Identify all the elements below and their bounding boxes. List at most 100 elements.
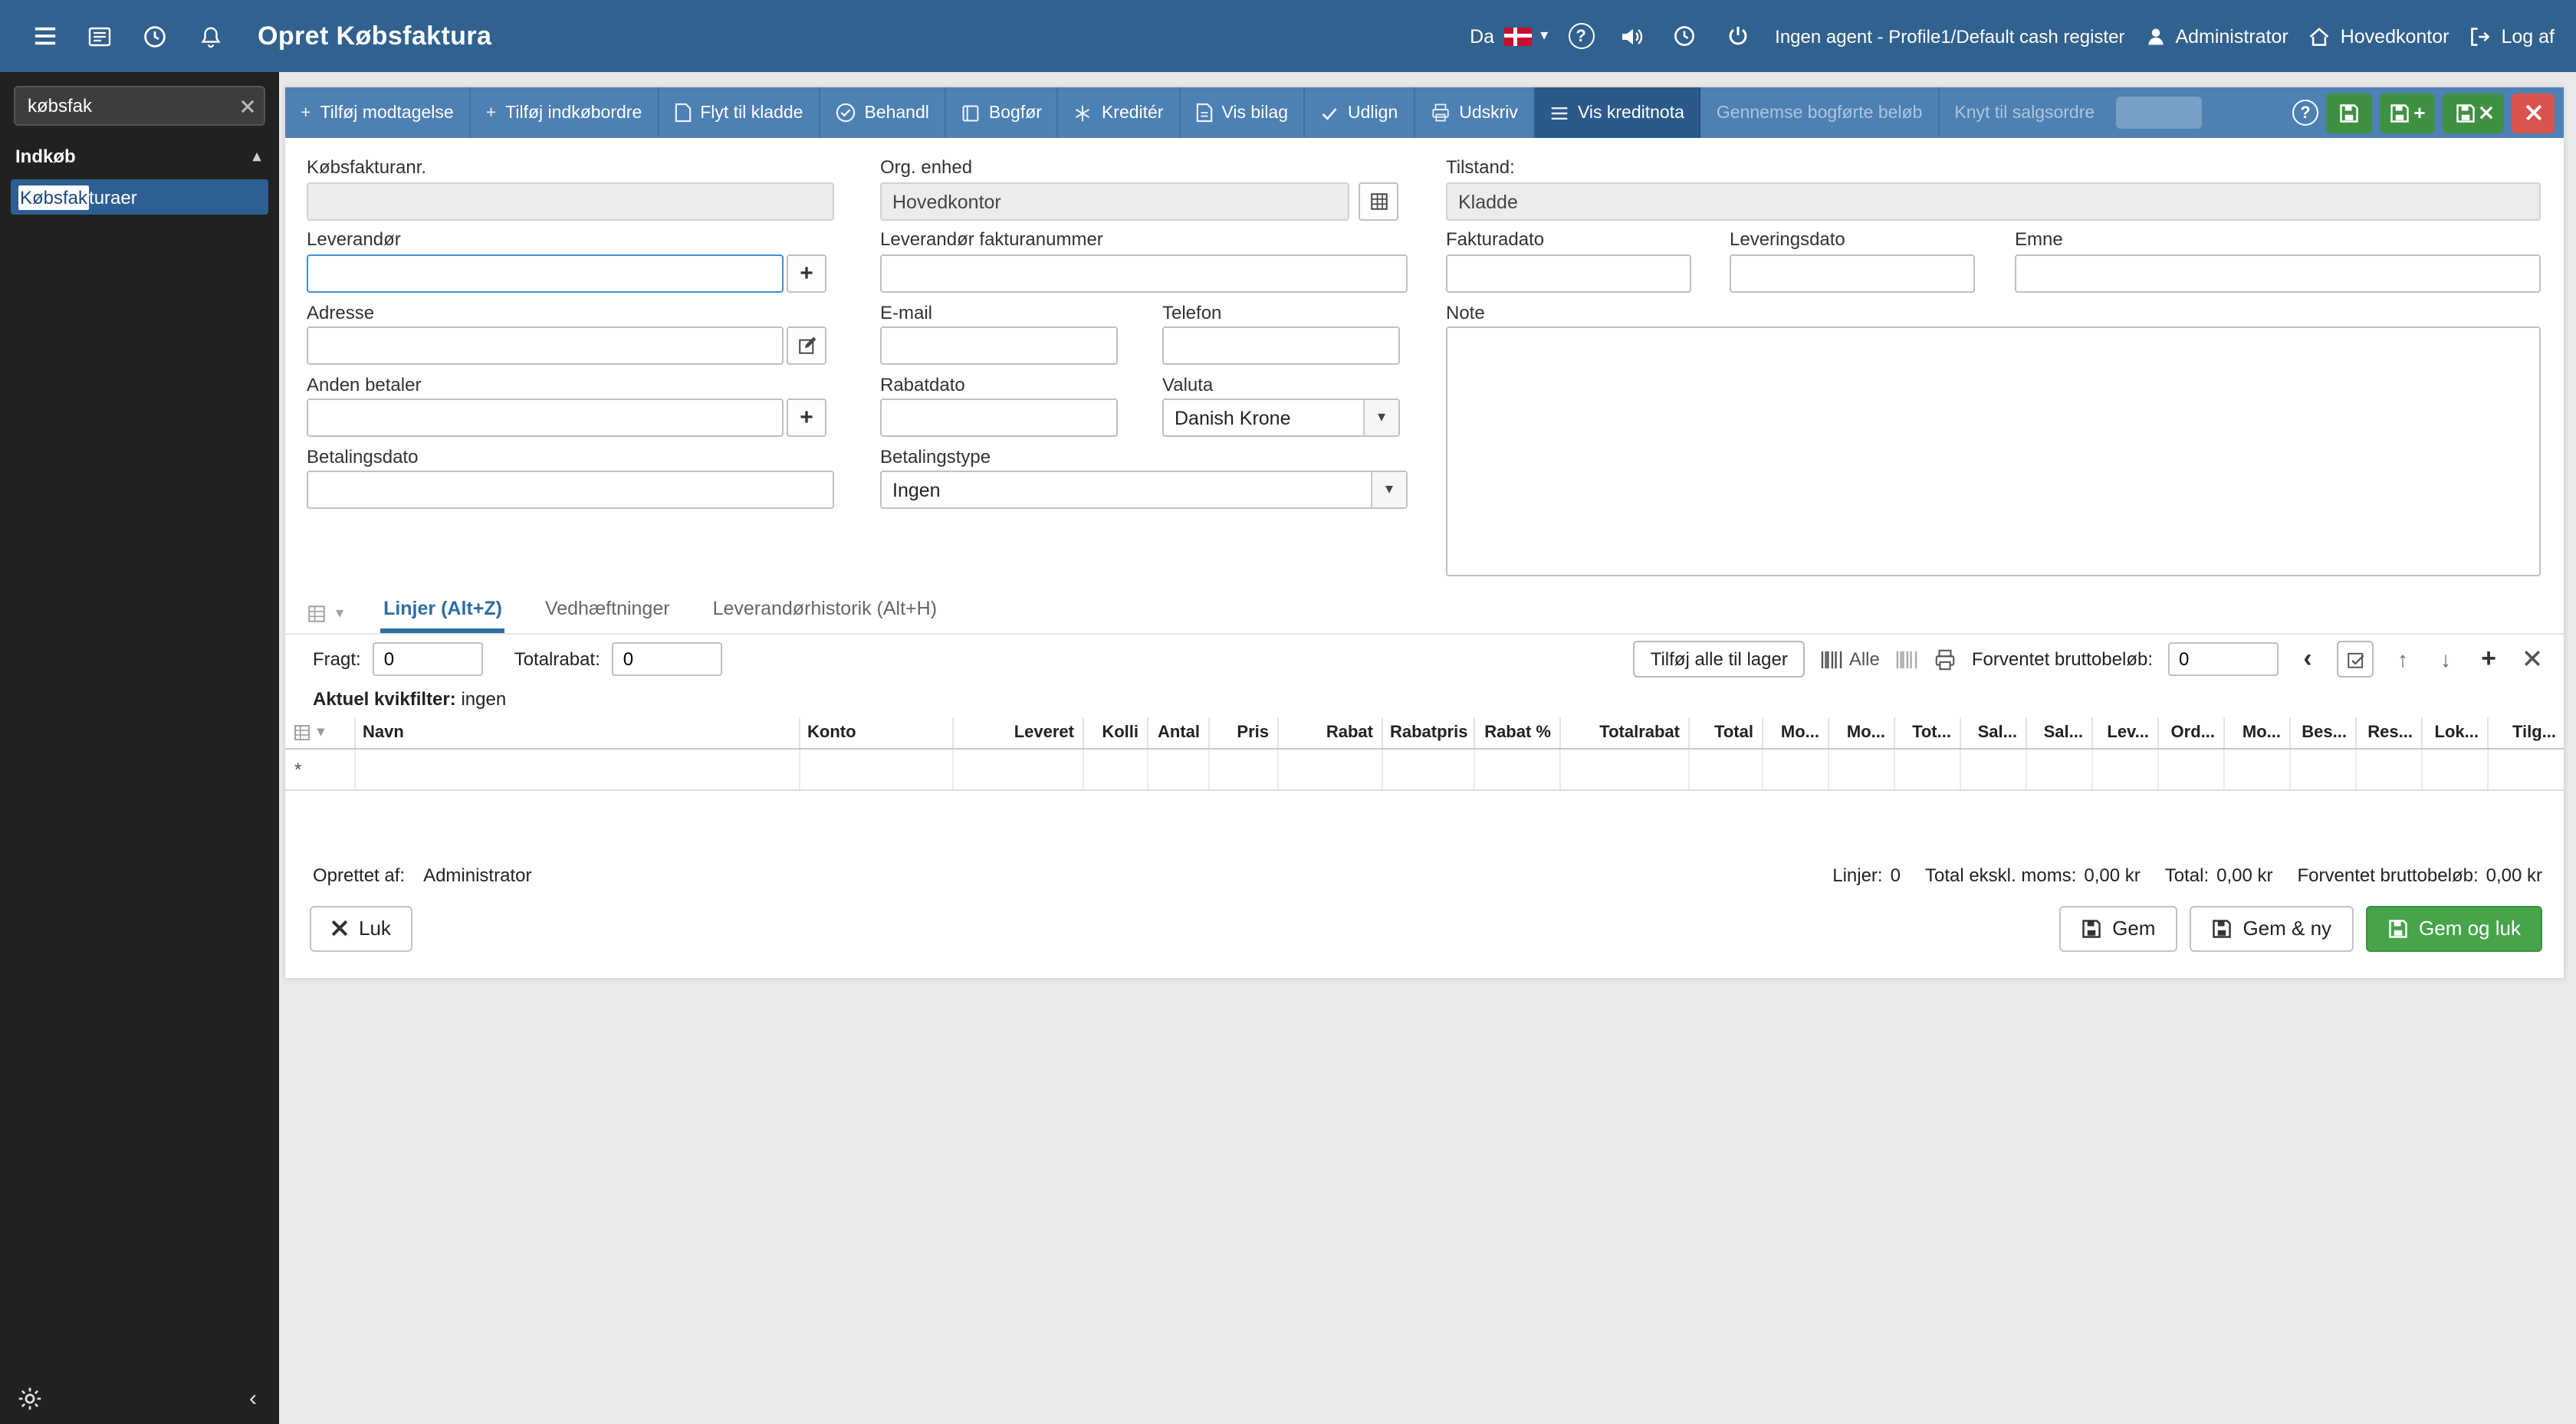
cell[interactable] (1559, 748, 1688, 790)
delete-line-icon[interactable] (2518, 647, 2545, 671)
add-leverandor-icon[interactable]: + (787, 254, 826, 293)
move-down-icon[interactable]: ↓ (2432, 647, 2459, 671)
language-selector[interactable]: Da ▾ (1470, 25, 1548, 47)
cell[interactable] (2223, 748, 2289, 790)
cell[interactable] (1687, 748, 1762, 790)
cell[interactable] (2157, 748, 2223, 790)
new-line-row[interactable]: * (285, 748, 2564, 790)
cell[interactable] (1959, 748, 2026, 790)
adresse-input[interactable] (307, 326, 784, 365)
betalingsdato-input[interactable] (307, 471, 834, 509)
org-enhed-input[interactable] (880, 182, 1349, 221)
search-input[interactable] (14, 86, 265, 126)
power-icon[interactable] (1721, 13, 1755, 59)
toolbar-close-button[interactable] (2512, 93, 2555, 133)
cell[interactable] (2354, 748, 2421, 790)
totalrabat-input[interactable] (612, 642, 723, 676)
email-input[interactable] (880, 326, 1118, 365)
cell[interactable] (353, 748, 799, 790)
note-textarea[interactable] (1446, 326, 2541, 576)
add-anden-betaler-icon[interactable]: + (787, 399, 826, 437)
history-clock-icon[interactable] (132, 13, 178, 59)
hamburger-menu-icon[interactable] (21, 13, 67, 59)
col-totalrabat[interactable]: Totalrabat (1559, 717, 1688, 749)
col-pris[interactable]: Pris (1208, 717, 1277, 749)
fragt-input[interactable] (373, 642, 484, 676)
grid-options-group[interactable]: ▾ (307, 604, 343, 633)
cell[interactable] (1276, 748, 1382, 790)
add-receipt-button[interactable]: + Tilføj modtagelse (285, 87, 471, 138)
sidebar-section-indkob[interactable]: Indkøb ▴ (0, 135, 279, 176)
add-all-to-stock-button[interactable]: Tilføj alle til lager (1633, 641, 1805, 678)
cell[interactable] (1146, 748, 1208, 790)
betalingstype-select[interactable]: Ingen ▾ (880, 471, 1408, 509)
add-line-icon[interactable]: + (2475, 644, 2502, 674)
previous-page-icon[interactable]: ‹ (2294, 644, 2321, 674)
cell[interactable] (1893, 748, 1960, 790)
tab-leverandorhistorik[interactable]: Leverandørhistorik (Alt+H) (710, 598, 940, 633)
cell[interactable] (2288, 748, 2355, 790)
leverandor-input[interactable] (307, 254, 784, 293)
save-and-close-button[interactable]: Gem og luk (2365, 905, 2542, 951)
edit-check-icon[interactable] (2337, 641, 2374, 678)
valuta-select[interactable]: Danish Krone ▾ (1162, 399, 1400, 437)
notifications-bell-icon[interactable] (187, 13, 233, 59)
collapse-sidebar-button[interactable]: ‹ (236, 1381, 270, 1415)
move-up-icon[interactable]: ↑ (2389, 647, 2417, 671)
cell[interactable] (1473, 748, 1559, 790)
process-button[interactable]: Behandl (820, 87, 946, 138)
move-to-draft-button[interactable]: Flyt til kladde (659, 87, 820, 138)
forventet-input[interactable] (2168, 642, 2279, 676)
col-sal-2[interactable]: Sal... (2025, 717, 2091, 749)
cell[interactable] (798, 748, 952, 790)
clear-search-icon[interactable] (235, 94, 259, 118)
post-button[interactable]: Bogfør (946, 87, 1059, 138)
col-navn[interactable]: Navn (353, 717, 799, 749)
close-button[interactable]: Luk (310, 905, 412, 951)
col-total[interactable]: Total (1687, 717, 1762, 749)
cell[interactable] (2420, 748, 2487, 790)
help-icon[interactable]: ? (1568, 23, 1595, 49)
fakturadato-input[interactable] (1446, 254, 1691, 293)
leveringsdato-input[interactable] (1730, 254, 1975, 293)
logout-button[interactable]: Log af (2469, 25, 2555, 47)
cell[interactable] (951, 748, 1083, 790)
tab-linjer[interactable]: Linjer (Alt+Z) (380, 598, 505, 633)
settle-button[interactable]: Udlign (1305, 87, 1415, 138)
cell[interactable] (1082, 748, 1147, 790)
col-konto[interactable]: Konto (798, 717, 952, 749)
edit-adresse-icon[interactable] (787, 326, 826, 365)
print-lines-icon[interactable] (1934, 648, 1957, 671)
col-mo-3[interactable]: Mo... (2223, 717, 2289, 749)
telefon-input[interactable] (1162, 326, 1400, 365)
add-purchase-order-button[interactable]: + Tilføj indkøbordre (471, 87, 659, 138)
save-button[interactable]: Gem (2058, 905, 2177, 951)
col-rabat-pct[interactable]: Rabat % (1473, 717, 1559, 749)
credit-button[interactable]: Kreditér (1059, 87, 1181, 138)
col-lok[interactable]: Lok... (2420, 717, 2487, 749)
new-row-marker-cell[interactable]: * (285, 748, 354, 790)
col-rabat[interactable]: Rabat (1276, 717, 1382, 749)
col-res[interactable]: Res... (2354, 717, 2421, 749)
col-sal-1[interactable]: Sal... (1959, 717, 2026, 749)
toolbar-help-icon[interactable]: ? (2292, 100, 2318, 126)
user-menu[interactable]: Administrator (2144, 25, 2288, 47)
location-menu[interactable]: Hovedkontor (2308, 25, 2449, 47)
view-credit-note-button[interactable]: Vis kreditnota (1534, 87, 1701, 138)
col-tilg[interactable]: Tilg... (2486, 717, 2564, 749)
print-button[interactable]: Udskriv (1414, 87, 1535, 138)
clock-icon[interactable] (1668, 13, 1701, 59)
journal-icon[interactable] (77, 13, 123, 59)
tab-vedhaeftninger[interactable]: Vedhæftninger (542, 598, 673, 633)
lev-fakturanr-input[interactable] (880, 254, 1408, 293)
col-ord[interactable]: Ord... (2157, 717, 2223, 749)
col-antal[interactable]: Antal (1146, 717, 1208, 749)
cell[interactable] (1827, 748, 1894, 790)
scan-all-button[interactable]: Alle (1820, 648, 1880, 670)
emne-input[interactable] (2015, 254, 2541, 293)
cell[interactable] (1761, 748, 1828, 790)
org-enhed-lookup-icon[interactable] (1359, 182, 1398, 221)
settings-gear-icon[interactable] (12, 1381, 46, 1415)
row-selector-header[interactable]: ▾ (285, 717, 354, 749)
cell[interactable] (2091, 748, 2157, 790)
